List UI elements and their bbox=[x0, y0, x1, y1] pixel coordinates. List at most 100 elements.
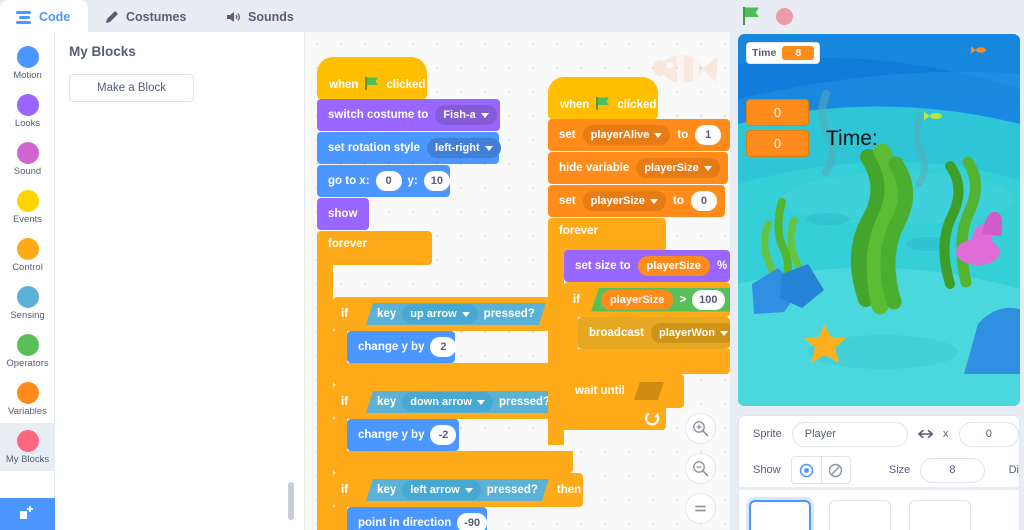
playeralive-value-input[interactable]: 1 bbox=[695, 125, 722, 145]
variables-color-dot bbox=[16, 381, 39, 404]
change-y-label-1: change y by bbox=[358, 341, 425, 353]
if-label-2: if bbox=[341, 396, 349, 408]
make-a-block-button[interactable]: Make a Block bbox=[69, 74, 194, 102]
forever-block-2[interactable]: forever bbox=[548, 218, 666, 252]
playersize-dropdown[interactable]: playerSize bbox=[582, 191, 667, 211]
if-block-left-arrow[interactable]: if key left arrow pressed? then bbox=[333, 473, 583, 507]
sprite-list[interactable] bbox=[738, 490, 1020, 530]
stage-value-2[interactable]: 0 bbox=[746, 130, 809, 157]
show-visible-button[interactable] bbox=[792, 457, 821, 483]
broadcast-block[interactable]: broadcast playerWon bbox=[578, 317, 730, 349]
sprite-name-row: Sprite Player x 0 bbox=[739, 416, 1019, 452]
change-y-by-neg2-block[interactable]: change y by -2 bbox=[347, 419, 459, 451]
show-hidden-button[interactable] bbox=[820, 457, 850, 483]
when-flag-clicked-hat-1[interactable]: when clicked bbox=[317, 57, 427, 99]
chevron-down-icon bbox=[484, 145, 493, 151]
forever-left-wall-1 bbox=[317, 263, 333, 530]
key-value-down: down arrow bbox=[410, 396, 472, 408]
playersize-reporter-2[interactable]: playerSize bbox=[601, 289, 674, 310]
change-y-by-2-block[interactable]: change y by 2 bbox=[347, 331, 457, 363]
category-motion[interactable]: Motion bbox=[0, 39, 55, 87]
point-direction-input[interactable]: -90 bbox=[457, 513, 487, 530]
wait-until-label: wait until bbox=[575, 385, 625, 397]
greater-than-operator[interactable]: playerSize > 100 bbox=[591, 287, 730, 312]
sprite-thumbnail-selected[interactable] bbox=[749, 500, 811, 530]
rotation-style-dropdown[interactable]: left-right bbox=[427, 138, 501, 158]
if-label-1: if bbox=[341, 308, 349, 320]
playeralive-dropdown[interactable]: playerAlive bbox=[582, 125, 671, 145]
stage-canvas[interactable]: Time 8 0 0 Time: bbox=[738, 34, 1020, 406]
set-label-1: set bbox=[559, 129, 576, 141]
if-block-down-arrow[interactable]: if key down arrow pressed? bbox=[333, 385, 573, 419]
if-block-up-arrow[interactable]: if key up arrow pressed? then bbox=[333, 297, 578, 331]
code-workspace[interactable]: when clicked switch costume to Fish-a se… bbox=[305, 32, 730, 530]
zoom-reset-button[interactable] bbox=[685, 493, 716, 524]
costume-dropdown[interactable]: Fish-a bbox=[435, 105, 497, 125]
category-events[interactable]: Events bbox=[0, 183, 55, 231]
stage-overlay-text: Time: bbox=[826, 127, 878, 150]
category-looks[interactable]: Looks bbox=[0, 87, 55, 135]
hide-variable-dropdown[interactable]: playerSize bbox=[636, 158, 720, 178]
palette-scrollbar[interactable] bbox=[288, 482, 294, 520]
if-label-3: if bbox=[341, 484, 349, 496]
category-my-blocks[interactable]: My Blocks bbox=[0, 423, 55, 471]
set-playersize-block[interactable]: set playerSize to 0 bbox=[548, 185, 725, 217]
zoom-in-button[interactable] bbox=[685, 413, 716, 444]
playersize-reporter[interactable]: playerSize bbox=[637, 256, 711, 276]
broadcast-message-dropdown[interactable]: playerWon bbox=[650, 323, 730, 343]
zoom-reset-icon bbox=[695, 505, 706, 512]
tab-sounds[interactable]: Sounds bbox=[210, 2, 315, 32]
key-dropdown-down[interactable]: down arrow bbox=[402, 392, 493, 412]
zoom-out-button[interactable] bbox=[685, 453, 716, 484]
key-dropdown-up[interactable]: up arrow bbox=[402, 304, 477, 324]
sprite-name-input[interactable]: Player bbox=[791, 421, 908, 447]
tab-code-label: Code bbox=[39, 10, 71, 24]
stage-value-1[interactable]: 0 bbox=[746, 99, 809, 126]
sprite-thumbnail-3[interactable] bbox=[909, 500, 971, 530]
wait-until-block[interactable]: wait until bbox=[564, 374, 684, 408]
stop-button[interactable] bbox=[776, 7, 793, 25]
when-flag-clicked-hat-2[interactable]: when clicked bbox=[548, 77, 658, 119]
show-toggle-group[interactable] bbox=[790, 456, 851, 484]
hide-variable-label: hide variable bbox=[559, 162, 630, 174]
change-y-input-2[interactable]: -2 bbox=[430, 425, 457, 445]
change-y-input-1[interactable]: 2 bbox=[430, 337, 457, 357]
show-label-panel: Show bbox=[753, 464, 781, 476]
tab-code[interactable]: Code bbox=[0, 0, 88, 34]
category-sound[interactable]: Sound bbox=[0, 135, 55, 183]
threshold-input[interactable]: 100 bbox=[692, 289, 725, 310]
go-to-x-input[interactable]: 0 bbox=[375, 171, 402, 191]
empty-boolean-slot[interactable] bbox=[634, 382, 664, 400]
forever-block-1[interactable]: forever bbox=[317, 231, 432, 265]
tab-costumes[interactable]: Costumes bbox=[88, 2, 208, 32]
add-extension-button[interactable] bbox=[0, 498, 55, 530]
hide-variable-block[interactable]: hide variable playerSize bbox=[548, 152, 728, 184]
key-pressed-condition-down[interactable]: key down arrow pressed? bbox=[366, 391, 561, 413]
set-size-to-block[interactable]: set size to playerSize % bbox=[564, 250, 730, 282]
show-block[interactable]: show bbox=[317, 198, 369, 230]
pressed-label-1: pressed? bbox=[483, 308, 535, 320]
set-playeralive-block[interactable]: set playerAlive to 1 bbox=[548, 119, 730, 151]
sprite-x-input[interactable]: 0 bbox=[958, 421, 1019, 447]
key-pressed-condition-left[interactable]: key left arrow pressed? bbox=[366, 479, 549, 501]
switch-costume-block[interactable]: switch costume to Fish-a bbox=[317, 99, 500, 131]
set-size-label: set size to bbox=[575, 260, 631, 272]
key-dropdown-left[interactable]: left arrow bbox=[402, 480, 481, 500]
set-rotation-style-block[interactable]: set rotation style left-right bbox=[317, 132, 501, 164]
playersize-value-input[interactable]: 0 bbox=[690, 191, 717, 211]
sprite-size-input[interactable]: 8 bbox=[920, 457, 985, 483]
category-control[interactable]: Control bbox=[0, 231, 55, 279]
variable-monitor-time[interactable]: Time 8 bbox=[746, 42, 821, 64]
category-variables[interactable]: Variables bbox=[0, 375, 55, 423]
category-operators[interactable]: Operators bbox=[0, 327, 55, 375]
if-playersize-gt-block[interactable]: if playerSize > 100 bbox=[564, 282, 730, 317]
point-in-direction-block[interactable]: point in direction -90 bbox=[347, 507, 487, 530]
go-to-xy-block[interactable]: go to x: 0 y: 10 bbox=[317, 165, 450, 197]
broadcast-message: playerWon bbox=[658, 327, 715, 339]
go-to-y-input[interactable]: 10 bbox=[423, 171, 450, 191]
green-flag-button[interactable] bbox=[742, 6, 762, 26]
key-pressed-condition-up[interactable]: key up arrow pressed? bbox=[366, 303, 546, 325]
sprite-thumbnail-2[interactable] bbox=[829, 500, 891, 530]
x-label: x bbox=[943, 428, 949, 440]
category-sensing[interactable]: Sensing bbox=[0, 279, 55, 327]
